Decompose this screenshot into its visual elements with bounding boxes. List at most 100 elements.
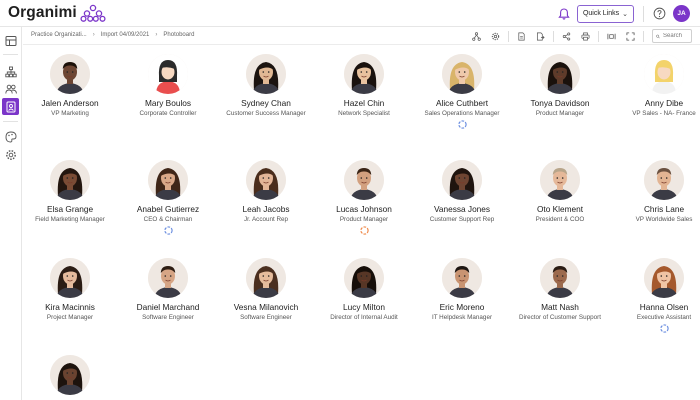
breadcrumb-item-import[interactable]: Import 04/09/2021	[101, 32, 150, 38]
person-name: Jalen Anderson	[41, 98, 99, 108]
person-name: Oto Klement	[536, 204, 584, 214]
search-input[interactable]	[663, 33, 691, 39]
person-photo[interactable]	[442, 160, 482, 200]
fit-width-icon	[607, 33, 616, 39]
person-photo[interactable]	[148, 54, 188, 94]
person-photo[interactable]	[148, 160, 188, 200]
profile-photo-icon	[148, 258, 188, 298]
settings-button[interactable]	[490, 31, 501, 42]
person-title: Network Specialist	[338, 110, 390, 117]
person-photo[interactable]	[246, 160, 286, 200]
person-photo[interactable]	[246, 54, 286, 94]
palette-icon	[5, 131, 16, 142]
person-name: Anabel Gutierrez	[136, 204, 200, 214]
sidebar-item-photoboard[interactable]	[2, 98, 19, 115]
share-button[interactable]	[561, 31, 572, 42]
person-photo[interactable]	[540, 160, 580, 200]
person-photo[interactable]	[50, 160, 90, 200]
person-card[interactable]: Sydney Chan Customer Success Manager	[216, 54, 316, 118]
person-title: Project Manager	[46, 314, 94, 321]
user-avatar[interactable]: JA	[673, 5, 690, 22]
sidebar-item-settings[interactable]	[2, 146, 19, 163]
org-chart-indicator-icon[interactable]	[163, 226, 173, 235]
person-card[interactable]: Mary Boulos Corporate Controller	[118, 54, 218, 118]
profile-photo-icon	[644, 54, 684, 94]
divider	[598, 30, 599, 42]
divider	[643, 30, 644, 42]
help-icon[interactable]	[653, 7, 666, 20]
person-card[interactable]: Jalen Anderson VP Marketing	[20, 54, 120, 118]
person-name: Hanna Olsen	[639, 302, 689, 312]
search-box[interactable]	[652, 29, 692, 43]
person-photo[interactable]	[246, 258, 286, 298]
search-icon	[656, 34, 660, 38]
person-card[interactable]: Eric Moreno IT Helpdesk Manager	[412, 258, 512, 322]
person-photo[interactable]	[442, 258, 482, 298]
org-chart-indicator-icon[interactable]	[359, 226, 369, 235]
profile-photo-icon	[50, 160, 90, 200]
person-card[interactable]: Anny Dibe VP Sales - NA- France	[614, 54, 700, 118]
layout-icon	[5, 35, 16, 46]
expand-button[interactable]	[625, 31, 636, 42]
person-photo[interactable]	[644, 258, 684, 298]
person-card[interactable]: Daniel Marchand Software Engineer	[118, 258, 218, 322]
quick-links-dropdown[interactable]: Quick Links ⌄	[576, 4, 634, 23]
person-card[interactable]: Hanna Olsen Executive Assistant	[614, 258, 700, 333]
export-file-icon	[536, 32, 545, 40]
person-card[interactable]: Vesna Milanovich Software Engineer	[216, 258, 316, 322]
people-icon	[4, 84, 17, 94]
person-title: Software Engineer	[142, 314, 194, 321]
person-card[interactable]: Vanessa Jones Customer Support Rep	[412, 160, 512, 224]
hierarchy-button[interactable]	[471, 31, 482, 42]
profile-photo-icon	[148, 160, 188, 200]
print-button[interactable]	[580, 31, 591, 42]
person-card[interactable]: Alice Cuthbert Sales Operations Manager	[412, 54, 512, 129]
sidebar-item-theme[interactable]	[2, 128, 19, 145]
person-photo[interactable]	[540, 258, 580, 298]
person-photo[interactable]	[50, 258, 90, 298]
person-card[interactable]: Elsa Grange Field Marketing Manager	[20, 160, 120, 224]
person-card[interactable]: Tonya Davidson Product Manager	[510, 54, 610, 118]
person-photo[interactable]	[50, 54, 90, 94]
person-photo[interactable]	[344, 54, 384, 94]
person-card[interactable]: Kira Macinnis Project Manager	[20, 258, 120, 322]
sidebar-item-org-chart[interactable]	[2, 63, 19, 80]
person-photo[interactable]	[344, 258, 384, 298]
person-name: Chris Lane	[643, 204, 685, 214]
org-chart-indicator-icon[interactable]	[457, 120, 467, 129]
profile-photo-icon	[442, 160, 482, 200]
person-card[interactable]	[20, 355, 120, 395]
person-photo[interactable]	[148, 258, 188, 298]
person-photo[interactable]	[644, 160, 684, 200]
person-photo[interactable]	[442, 54, 482, 94]
person-card[interactable]: Oto Klement President & COO	[510, 160, 610, 224]
person-title: VP Marketing	[51, 110, 89, 117]
person-title: Customer Success Manager	[226, 110, 306, 117]
person-photo[interactable]	[50, 355, 90, 395]
person-photo[interactable]	[644, 54, 684, 94]
person-photo[interactable]	[344, 160, 384, 200]
person-name: Eric Moreno	[439, 302, 485, 312]
person-card[interactable]: Anabel Gutierrez CEO & Chairman	[118, 160, 218, 235]
fit-width-button[interactable]	[606, 31, 617, 42]
breadcrumb-item-organization[interactable]: Practice Organizati...	[31, 32, 87, 38]
export-pdf-button[interactable]	[516, 31, 527, 42]
export-file-button[interactable]	[535, 31, 546, 42]
person-photo[interactable]	[540, 54, 580, 94]
person-name: Matt Nash	[541, 302, 579, 312]
person-card[interactable]: Chris Lane VP Worldwide Sales	[614, 160, 700, 224]
person-card[interactable]: Lucas Johnson Product Manager	[314, 160, 414, 235]
person-title: Corporate Controller	[139, 110, 197, 117]
profile-photo-icon	[246, 258, 286, 298]
sidebar-item-layout[interactable]	[2, 32, 19, 49]
divider	[3, 54, 18, 55]
org-chart-indicator-icon[interactable]	[659, 324, 669, 333]
bell-icon[interactable]	[557, 7, 571, 21]
person-card[interactable]: Lucy Milton Director of Internal Audit	[314, 258, 414, 322]
person-name: Sydney Chan	[241, 98, 291, 108]
sidebar-item-people[interactable]	[2, 80, 19, 97]
person-card[interactable]: Hazel Chin Network Specialist	[314, 54, 414, 118]
app-logo[interactable]: Organimi	[8, 4, 106, 22]
person-card[interactable]: Matt Nash Director of Customer Support	[510, 258, 610, 322]
person-card[interactable]: Leah Jacobs Jr. Account Rep	[216, 160, 316, 224]
